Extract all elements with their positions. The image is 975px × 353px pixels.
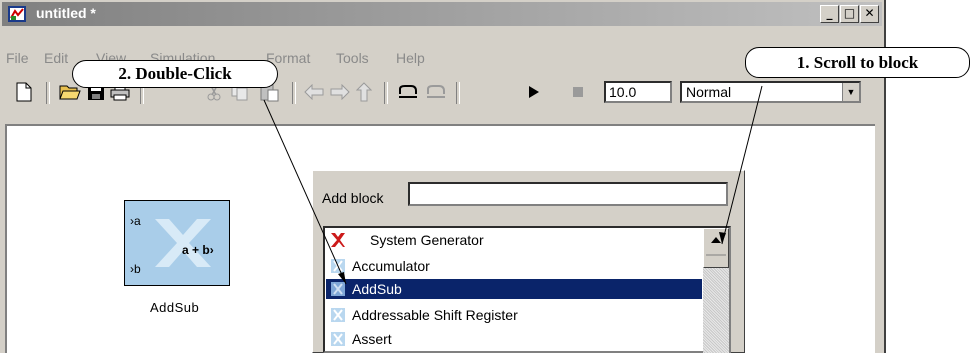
- window-title: untitled *: [36, 5, 96, 21]
- redo-icon[interactable]: [424, 80, 448, 104]
- block-operation: a + b›: [182, 243, 214, 257]
- menu-tools[interactable]: Tools: [336, 50, 369, 66]
- back-arrow-icon[interactable]: [302, 80, 326, 104]
- up-arrow-icon[interactable]: [352, 80, 376, 104]
- list-item[interactable]: Assert: [326, 329, 702, 349]
- double-click-callout: 2. Double-Click: [72, 60, 278, 88]
- block-icon: [331, 259, 345, 273]
- simulation-mode-value: Normal: [686, 84, 732, 100]
- block-icon: [331, 332, 345, 346]
- minimize-button[interactable]: _: [820, 5, 839, 23]
- menu-file[interactable]: File: [6, 50, 29, 66]
- list-item[interactable]: Accumulator: [326, 256, 702, 276]
- run-simulation-icon[interactable]: [522, 80, 546, 104]
- xilinx-logo-icon: [331, 233, 345, 247]
- block-port-a: ›a: [130, 214, 141, 228]
- add-block-input[interactable]: [408, 182, 728, 206]
- list-item[interactable]: Addressable Shift Register: [326, 305, 702, 325]
- block-port-b: ›b: [130, 262, 141, 276]
- list-item[interactable]: System Generator: [326, 230, 702, 250]
- maximize-button[interactable]: □: [840, 5, 859, 23]
- add-block-label: Add block: [322, 190, 384, 206]
- stop-time-input[interactable]: 10.0: [604, 81, 672, 103]
- scroll-up-arrow-icon: [706, 237, 726, 256]
- title-bar[interactable]: untitled * _ □ ✕: [2, 2, 882, 26]
- block-icon: [331, 308, 345, 322]
- new-file-icon[interactable]: [12, 80, 36, 104]
- scroll-callout: 1. Scroll to block: [745, 47, 970, 78]
- menu-edit[interactable]: Edit: [44, 50, 68, 66]
- block-name: AddSub: [150, 300, 200, 315]
- list-item-selected[interactable]: AddSub: [326, 279, 702, 299]
- close-button[interactable]: ✕: [860, 5, 879, 23]
- chevron-down-icon[interactable]: ▼: [842, 83, 859, 101]
- stop-simulation-icon[interactable]: [566, 80, 590, 104]
- block-icon: [331, 282, 345, 296]
- simulation-mode-select[interactable]: Normal ▼: [680, 81, 861, 103]
- forward-arrow-icon[interactable]: [328, 80, 352, 104]
- scrollbar-thumb[interactable]: [703, 228, 729, 268]
- undo-icon[interactable]: [396, 80, 420, 104]
- menu-help[interactable]: Help: [396, 50, 425, 66]
- simulink-app-icon: [8, 6, 26, 22]
